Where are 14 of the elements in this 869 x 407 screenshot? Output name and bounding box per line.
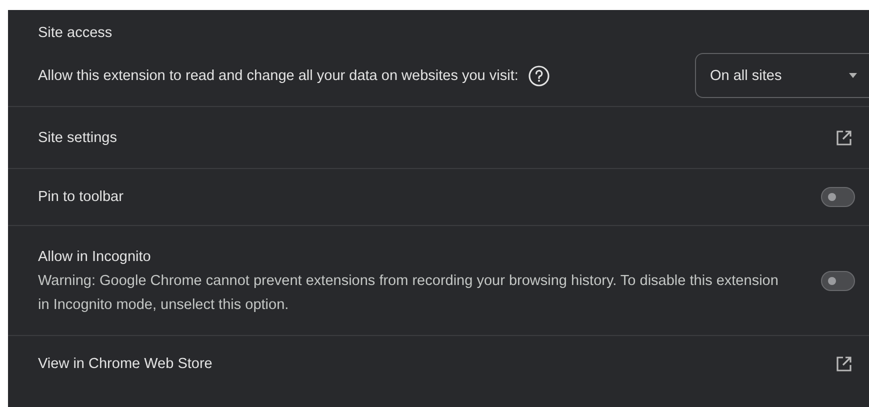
setting-label: Allow in Incognito (38, 248, 152, 266)
caret-icon (849, 73, 857, 78)
section-title: Site access (38, 25, 112, 41)
permission-text: Allow this extension to read and change all your data on websites you visit: (38, 68, 518, 84)
setting-label: Site settings (38, 128, 118, 148)
external-link-icon[interactable] (836, 130, 852, 146)
setting-description: Warning: Google Chrome cannot prevent extensions from recording your browsing history. To disable this extension in Incognito mode, unselect this option. (38, 272, 780, 314)
help-icon[interactable] (528, 64, 550, 86)
external-link-icon[interactable] (836, 356, 852, 372)
setting-label: View in Chrome Web Store (38, 354, 214, 374)
toggle-switch[interactable] (821, 187, 855, 207)
site-access-dropdown[interactable]: On all sites (695, 53, 869, 98)
toggle-switch[interactable] (821, 270, 855, 290)
setting-label: Pin to toolbar (38, 188, 124, 207)
